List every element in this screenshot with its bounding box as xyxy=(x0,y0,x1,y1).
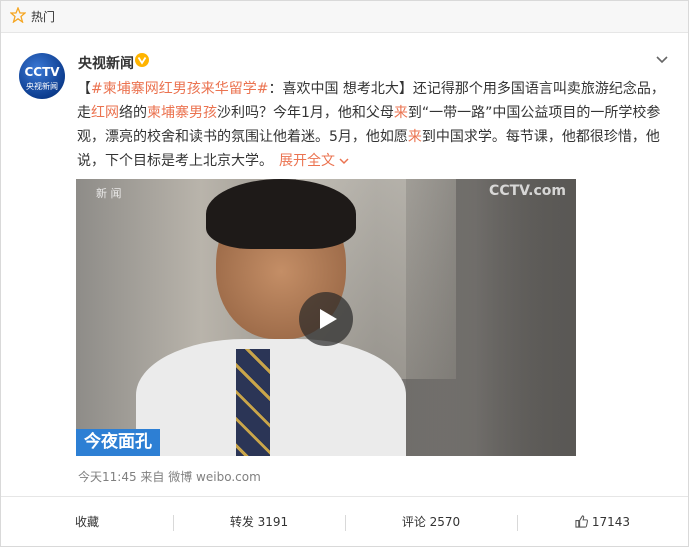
like-button[interactable]: 17143 xyxy=(517,497,688,547)
post-meta: 今天11:45 来自 微博 weibo.com xyxy=(78,468,261,485)
chevron-down-icon[interactable] xyxy=(656,56,668,64)
post-source[interactable]: 来自 微博 weibo.com xyxy=(140,470,260,484)
video-foreground-blur xyxy=(406,179,576,456)
weibo-post-card: 热门 CCTV 央视新闻 央视新闻 【#柬埔寨网红男孩来华留学#：喜欢中国 想考… xyxy=(0,0,689,547)
video-figure-tie xyxy=(236,349,270,456)
collect-button[interactable]: 收藏 xyxy=(1,497,173,547)
title-rest: ：喜欢中国 想考北大】 xyxy=(268,81,413,97)
verified-icon xyxy=(135,53,149,67)
star-icon xyxy=(10,7,26,23)
avatar-sub-text: 央视新闻 xyxy=(26,82,58,91)
play-icon xyxy=(320,309,337,329)
collect-label: 收藏 xyxy=(74,515,99,529)
text-seg2: 络的 xyxy=(119,105,147,121)
highlight-1: 红网 xyxy=(91,105,119,121)
avatar[interactable]: CCTV 央视新闻 xyxy=(19,53,65,99)
highlight-4: 来 xyxy=(407,129,422,145)
like-count: 17143 xyxy=(591,515,630,529)
repost-label: 转发 3191 xyxy=(229,515,289,529)
highlight-2: 柬埔寨男孩 xyxy=(147,105,217,121)
expand-label: 展开全文 xyxy=(279,153,335,169)
video-figure-shirt xyxy=(136,339,406,456)
post-text: 【#柬埔寨网红男孩来华留学#：喜欢中国 想考北大】还记得那个用多国语言叫卖旅游纪… xyxy=(77,77,675,173)
hot-topbar: 热门 xyxy=(1,1,688,33)
repost-button[interactable]: 转发 3191 xyxy=(173,497,345,547)
comment-button[interactable]: 评论 2570 xyxy=(345,497,517,547)
video-watermark-left: 新 闻 xyxy=(96,187,122,200)
thumbs-up-icon xyxy=(575,515,588,528)
comment-label: 评论 2570 xyxy=(401,515,461,529)
text-seg3: 沙利吗？今年1月，他和父母 xyxy=(217,105,394,121)
action-bar: 收藏 转发 3191 评论 2570 17143 xyxy=(1,497,688,547)
hashtag-link[interactable]: #柬埔寨网红男孩来华留学# xyxy=(91,81,268,97)
highlight-3: 来 xyxy=(393,105,408,121)
expand-full-text-link[interactable]: 展开全文 xyxy=(279,153,349,169)
author-name[interactable]: 央视新闻 xyxy=(78,53,134,73)
hot-label: 热门 xyxy=(31,10,56,24)
video-watermark-right: CCTV.com xyxy=(489,183,566,199)
play-button[interactable] xyxy=(299,292,353,346)
post-time[interactable]: 今天11:45 xyxy=(78,470,137,484)
bracket-open: 【 xyxy=(77,81,91,97)
video-figure-hair xyxy=(206,179,356,249)
chevron-down-small-icon xyxy=(339,158,349,165)
avatar-logo-text: CCTV xyxy=(24,65,60,79)
video-player[interactable]: 新 闻 CCTV.com 今夜面孔 xyxy=(76,179,576,456)
program-banner: 今夜面孔 xyxy=(76,429,160,456)
